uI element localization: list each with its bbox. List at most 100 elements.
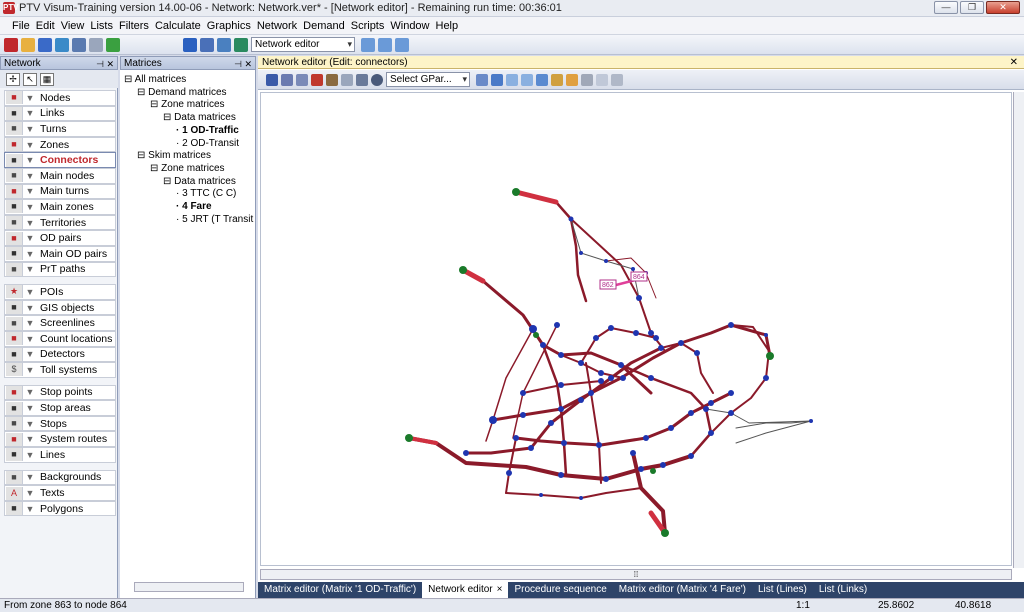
save-all-icon[interactable] xyxy=(55,37,69,52)
undo-icon[interactable] xyxy=(72,37,86,52)
insert-mode-icon[interactable]: ✢ xyxy=(6,72,20,86)
list-icon[interactable] xyxy=(281,73,293,86)
previous-view-icon[interactable] xyxy=(536,73,548,86)
menu-help[interactable]: Help xyxy=(436,20,459,32)
matrix-tree-node[interactable]: ⊟ Skim matrices xyxy=(124,150,254,163)
network-item-main-nodes[interactable]: ■ ▼ Main nodes xyxy=(4,167,116,184)
filter-icon[interactable]: ▼ xyxy=(23,287,37,297)
matrix-tree-node[interactable]: · 4 Fare xyxy=(124,201,254,214)
menu-lists[interactable]: Lists xyxy=(90,20,113,32)
filter-icon[interactable]: ▼ xyxy=(23,264,37,274)
filter-icon[interactable]: ▼ xyxy=(23,349,37,359)
network-item-count-locations[interactable]: ■ ▼ Count locations xyxy=(4,330,116,347)
collapse-icon[interactable]: ⊟ xyxy=(150,163,161,174)
menu-window[interactable]: Window xyxy=(390,20,429,32)
menu-file[interactable]: File xyxy=(12,20,30,32)
table-icon[interactable] xyxy=(296,73,308,86)
maximize-button[interactable]: ❐ xyxy=(960,1,984,14)
collapse-icon[interactable]: ⊟ xyxy=(163,112,174,123)
matrix-tree-node[interactable]: · 1 OD-Traffic xyxy=(124,125,254,138)
print-icon[interactable] xyxy=(341,73,353,86)
pan-hand-icon[interactable] xyxy=(551,73,563,86)
matrix-tree-node[interactable]: ⊟ Data matrices xyxy=(124,112,254,125)
network-item-system-routes[interactable]: ■ ▼ System routes xyxy=(4,431,116,448)
network-item-main-od-pairs[interactable]: ■ ▼ Main OD pairs xyxy=(4,245,116,262)
network-item-screenlines[interactable]: ■ ▼ Screenlines xyxy=(4,315,116,331)
select-arrow-icon[interactable]: ↖ xyxy=(23,72,37,86)
network-item-nodes[interactable]: ■ ▼ Nodes xyxy=(4,90,116,106)
filter-icon[interactable]: ▼ xyxy=(23,108,37,118)
filter-icon[interactable]: ▼ xyxy=(23,365,37,375)
refresh-icon[interactable] xyxy=(581,73,593,86)
network-item-gis-objects[interactable]: ■ ▼ GIS objects xyxy=(4,299,116,316)
tab-3[interactable]: Matrix editor (Matrix '4 Fare') xyxy=(613,582,752,598)
filter-icon[interactable]: ▼ xyxy=(23,472,37,482)
network-item-stops[interactable]: ■ ▼ Stops xyxy=(4,415,116,432)
network-item-main-turns[interactable]: ■ ▼ Main turns xyxy=(4,183,116,200)
network-item-territories[interactable]: ■ ▼ Territories xyxy=(4,214,116,231)
redo-icon[interactable] xyxy=(89,37,103,52)
gpar-select[interactable]: Select GPar... xyxy=(386,72,470,87)
network-item-pois[interactable]: ★ ▼ POIs xyxy=(4,284,116,300)
close-icon[interactable]: × xyxy=(497,584,503,595)
horizontal-scrollbar[interactable]: ⁞⁞ xyxy=(260,569,1012,580)
matrix-tree-node[interactable]: ⊟ All matrices xyxy=(124,74,254,87)
matrix-tree-node[interactable]: ⊟ Data matrices xyxy=(124,176,254,189)
filter-icon[interactable]: ▼ xyxy=(23,249,37,259)
filter-icon[interactable]: ▼ xyxy=(23,171,37,181)
pin-close-icon[interactable]: ⊣ ✕ xyxy=(96,57,114,71)
spatial-select-icon[interactable]: ▦ xyxy=(40,72,54,86)
menu-scripts[interactable]: Scripts xyxy=(351,20,385,32)
network-map-canvas[interactable]: 862 864 xyxy=(260,92,1012,566)
open-folder-icon[interactable] xyxy=(21,37,35,52)
filter-icon[interactable]: ▼ xyxy=(23,233,37,243)
network-item-od-pairs[interactable]: ■ ▼ OD pairs xyxy=(4,230,116,246)
network-item-texts[interactable]: A ▼ Texts xyxy=(4,485,116,501)
mode-select[interactable]: Network editor xyxy=(251,37,355,52)
camera-icon[interactable] xyxy=(356,73,368,86)
matrix-tree-node[interactable]: ⊟ Zone matrices xyxy=(124,99,254,112)
table-icon[interactable] xyxy=(217,37,231,52)
close-button[interactable]: ✕ xyxy=(986,1,1020,14)
measure-icon[interactable] xyxy=(566,73,578,86)
network-item-zones[interactable]: ■ ▼ Zones xyxy=(4,136,116,153)
filter-icon[interactable]: ▼ xyxy=(23,202,37,212)
chart-icon[interactable] xyxy=(234,37,248,52)
filter-icon[interactable]: ▼ xyxy=(23,93,37,103)
filter-icon[interactable]: ▼ xyxy=(23,303,37,313)
filter-icon[interactable]: ▼ xyxy=(23,140,37,150)
run-icon[interactable] xyxy=(106,37,120,52)
network-item-stop-areas[interactable]: ■ ▼ Stop areas xyxy=(4,400,116,416)
filter-icon[interactable]: ▼ xyxy=(23,318,37,328)
edit-icon[interactable] xyxy=(596,73,608,86)
pin-close-icon[interactable]: ⊣ ✕ xyxy=(234,57,252,71)
tab-5[interactable]: List (Links) xyxy=(813,582,873,598)
filter-icon[interactable]: ▼ xyxy=(23,387,37,397)
vertical-scrollbar[interactable] xyxy=(1013,92,1024,568)
matrix-tree-node[interactable]: · 5 JRT (T Transit xyxy=(124,214,254,227)
forward-icon[interactable] xyxy=(521,73,533,86)
save-icon[interactable] xyxy=(38,37,52,52)
new-icon[interactable] xyxy=(4,37,18,52)
network-item-links[interactable]: ■ ▼ Links xyxy=(4,105,116,122)
collapse-icon[interactable]: ⊟ xyxy=(150,99,161,110)
menu-edit[interactable]: Edit xyxy=(36,20,55,32)
tab-1[interactable]: Network editor × xyxy=(422,582,509,598)
filter-icon[interactable]: ▼ xyxy=(23,403,37,413)
collapse-icon[interactable]: ⊟ xyxy=(124,74,135,85)
filter-icon[interactable]: ▼ xyxy=(23,218,37,228)
network-item-stop-points[interactable]: ■ ▼ Stop points xyxy=(4,384,116,401)
filter-icon[interactable]: ▼ xyxy=(23,450,37,460)
menu-filters[interactable]: Filters xyxy=(119,20,149,32)
minimize-button[interactable]: — xyxy=(934,1,958,14)
list-icon[interactable] xyxy=(200,37,214,52)
filter-icon[interactable]: ▼ xyxy=(23,124,37,134)
network-item-turns[interactable]: ■ ▼ Turns xyxy=(4,121,116,137)
settings-icon[interactable] xyxy=(611,73,623,86)
filter-icon[interactable]: ▼ xyxy=(23,434,37,444)
filter-icon[interactable]: ▼ xyxy=(23,155,37,165)
network-item-connectors[interactable]: ■ ▼ Connectors xyxy=(4,152,116,168)
filter-icon[interactable]: ▼ xyxy=(23,488,37,498)
filter-icon[interactable]: ▼ xyxy=(23,419,37,429)
collapse-icon[interactable]: ⊟ xyxy=(163,176,174,187)
